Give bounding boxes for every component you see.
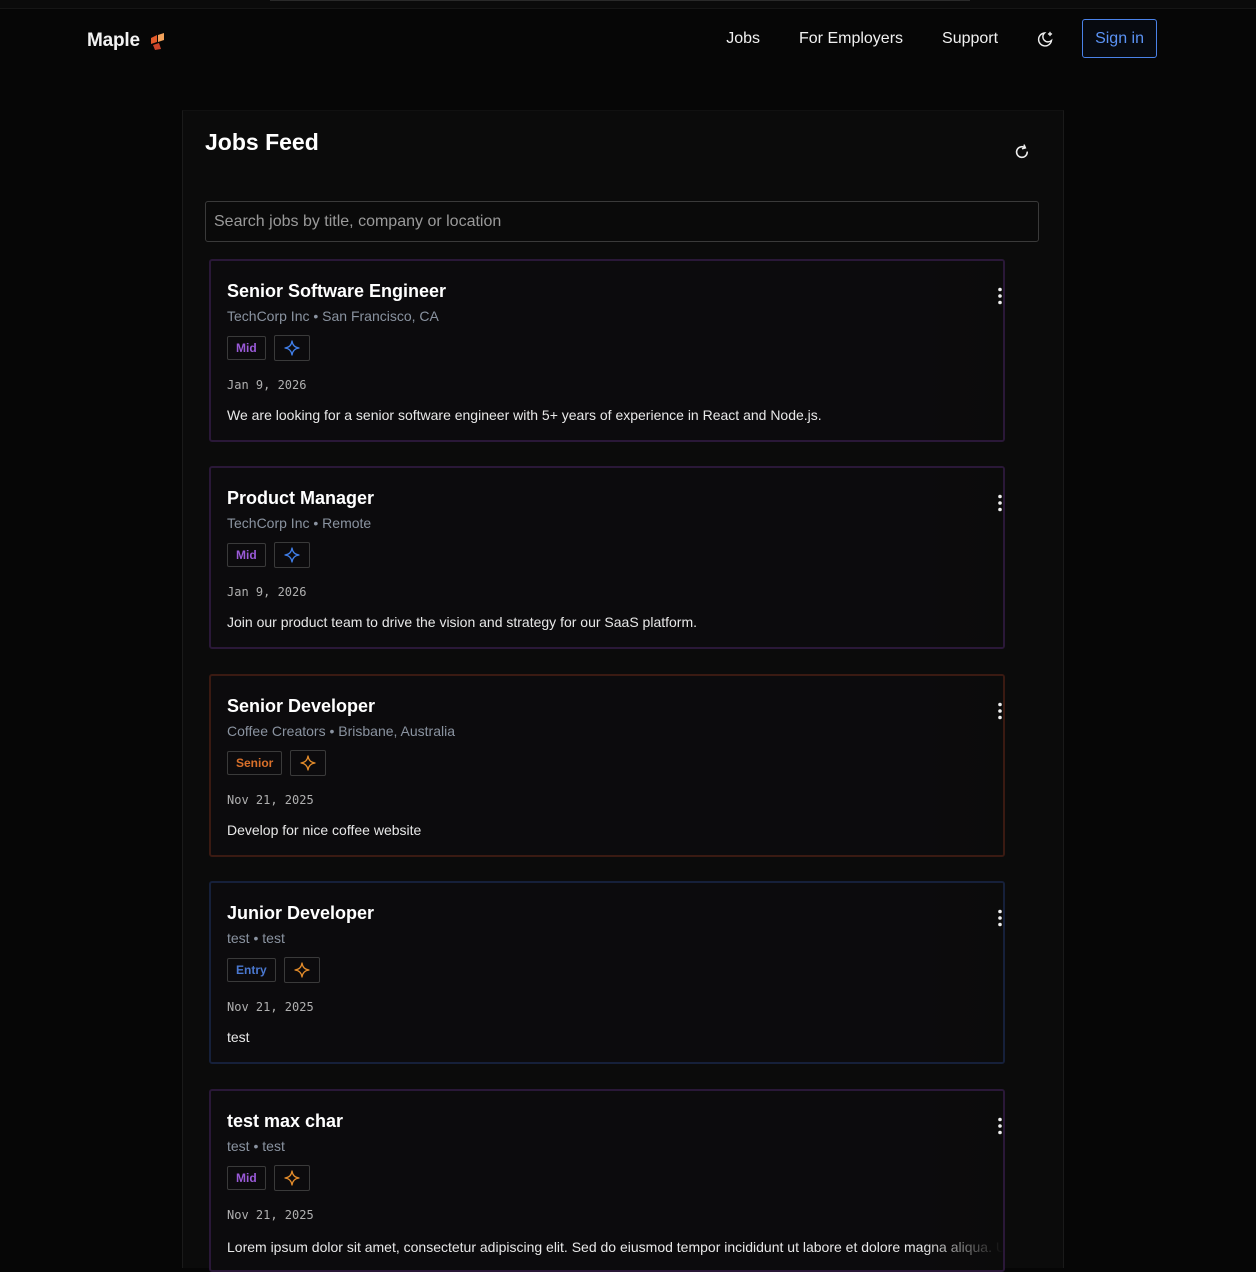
job-card[interactable]: Senior Developer Coffee Creators • Brisb… [209,674,1005,857]
job-location: test [262,1138,285,1154]
sign-in-button[interactable]: Sign in [1082,19,1157,58]
top-navbar: Maple Jobs For Employers Support Sign in [0,8,1256,72]
job-title[interactable]: Product Manager [227,488,374,509]
job-date: Nov 21, 2025 [227,1208,314,1222]
job-company: TechCorp Inc [227,308,310,324]
nav-link-support[interactable]: Support [942,30,998,48]
more-options-icon[interactable] [992,907,1003,929]
job-company-location: test • test [227,930,285,946]
sparkle-icon[interactable] [283,957,320,983]
job-location: San Francisco, CA [322,308,439,324]
job-company: test [227,1138,250,1154]
job-title[interactable]: Senior Software Engineer [227,281,446,302]
sparkle-icon[interactable] [290,750,327,776]
brand-logo[interactable]: Maple [87,30,167,52]
job-badges: Mid [227,542,310,568]
nav-link-for-employers[interactable]: For Employers [799,30,903,48]
job-badges: Mid [227,335,310,361]
job-date: Jan 9, 2026 [227,585,307,599]
nav-links: Jobs For Employers Support Sign in [726,19,1157,58]
job-company: Coffee Creators [227,723,326,739]
job-card[interactable]: Senior Software Engineer TechCorp Inc • … [209,259,1005,442]
more-options-icon[interactable] [992,1115,1003,1137]
level-badge: Mid [227,336,266,360]
sparkle-icon[interactable] [273,1165,310,1191]
job-description: We are looking for a senior software eng… [227,407,822,423]
job-card[interactable]: test max char test • test Mid Nov 21, 20… [209,1089,1005,1272]
brand-name: Maple [87,30,140,51]
level-badge: Mid [227,1166,266,1190]
more-options-icon[interactable] [992,700,1003,722]
job-title[interactable]: Senior Developer [227,696,375,717]
job-card[interactable]: Junior Developer test • test Entry Nov 2… [209,881,1005,1064]
job-company: test [227,930,250,946]
job-location: Remote [322,515,372,531]
more-options-icon[interactable] [992,492,1003,514]
job-title[interactable]: test max char [227,1111,343,1132]
page-title: Jobs Feed [205,129,319,155]
job-description: test [227,1029,250,1045]
jobs-feed-panel: Jobs Feed Senior Software Engineer TechC… [182,110,1064,1272]
job-company: TechCorp Inc [227,515,310,531]
maple-leaf-icon [148,31,167,51]
level-badge: Mid [227,543,266,567]
refresh-icon[interactable] [1012,142,1032,162]
job-card[interactable]: Product Manager TechCorp Inc • Remote Mi… [209,466,1005,649]
job-date: Nov 21, 2025 [227,793,314,807]
sparkle-icon[interactable] [273,542,310,568]
job-badges: Mid [227,1165,310,1191]
job-company-location: test • test [227,1138,285,1154]
search-input[interactable] [205,201,1039,242]
more-options-icon[interactable] [992,285,1003,307]
job-badges: Entry [227,957,320,983]
job-badges: Senior [227,750,327,776]
job-location: Brisbane, Australia [338,723,455,739]
job-description: Join our product team to drive the visio… [227,614,698,630]
sparkle-icon[interactable] [273,335,310,361]
job-company-location: TechCorp Inc • Remote [227,515,372,531]
moon-icon[interactable] [1037,30,1055,48]
job-title[interactable]: Junior Developer [227,903,374,924]
job-description: Lorem ipsum dolor sit amet, consectetur … [227,1239,1005,1255]
nav-link-jobs[interactable]: Jobs [726,30,760,48]
job-location: test [262,930,285,946]
job-company-location: Coffee Creators • Brisbane, Australia [227,723,455,739]
job-company-location: TechCorp Inc • San Francisco, CA [227,308,439,324]
job-date: Jan 9, 2026 [227,378,307,392]
level-badge: Senior [227,751,283,775]
level-badge: Entry [227,958,276,982]
job-description: Develop for nice coffee website [227,822,422,838]
job-date: Nov 21, 2025 [227,1000,314,1014]
